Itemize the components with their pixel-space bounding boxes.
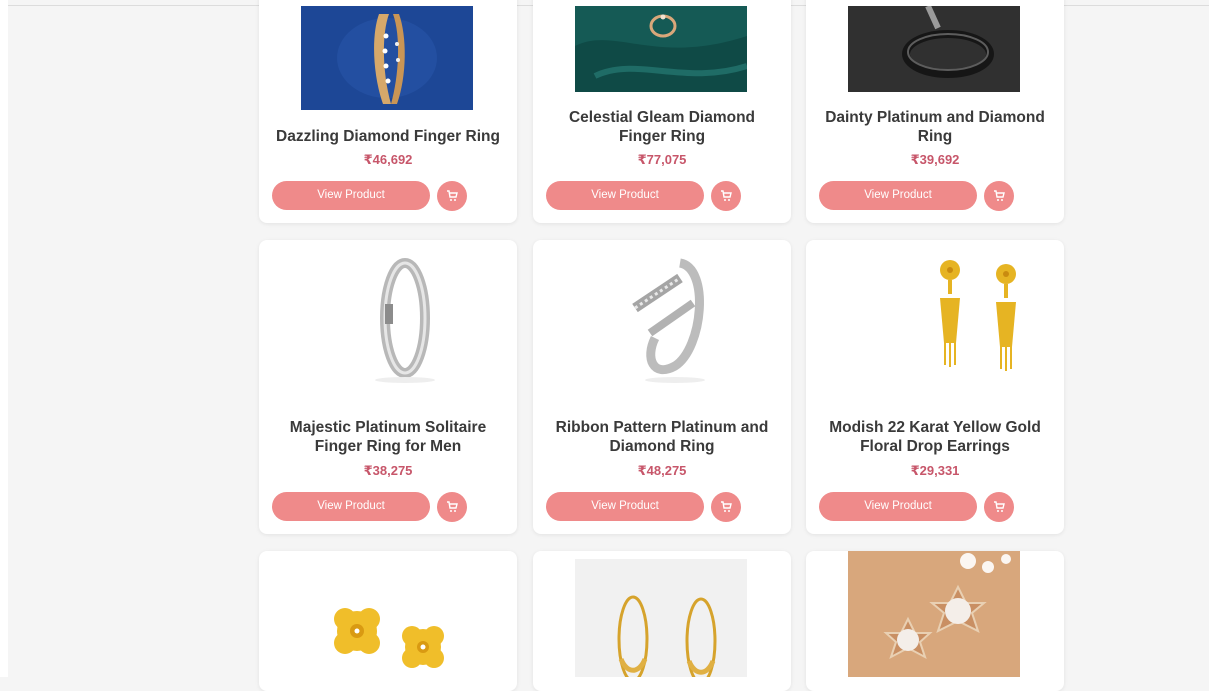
product-image-gold-flower-studs[interactable] <box>301 559 473 677</box>
product-card[interactable]: Majestic Platinum Solitaire Finger Ring … <box>259 240 517 534</box>
add-to-cart-button[interactable] <box>711 492 741 522</box>
product-card[interactable] <box>259 551 517 691</box>
product-title[interactable]: Ribbon Pattern Platinum and Diamond Ring <box>549 418 775 456</box>
add-to-cart-button[interactable] <box>984 181 1014 211</box>
cart-icon <box>447 501 458 512</box>
product-title[interactable]: Majestic Platinum Solitaire Finger Ring … <box>275 418 501 456</box>
product-image-platinum-band[interactable] <box>301 248 473 388</box>
product-title[interactable]: Celestial Gleam Diamond Finger Ring <box>549 108 775 146</box>
product-card[interactable]: Dazzling Diamond Finger Ring ₹46,692 Vie… <box>259 0 517 223</box>
product-title[interactable]: Dazzling Diamond Finger Ring <box>275 127 501 146</box>
view-product-button[interactable]: View Product <box>819 492 977 521</box>
product-price: ₹39,692 <box>910 152 960 167</box>
product-image-ring-green-velvet[interactable] <box>575 6 747 92</box>
product-image-gold-diamond-band[interactable] <box>301 6 473 110</box>
cart-icon <box>994 501 1005 512</box>
product-image-gold-hoop-earrings[interactable] <box>575 559 747 677</box>
product-image-platinum-crossover-ring[interactable] <box>575 248 747 388</box>
product-card[interactable]: Dainty Platinum and Diamond Ring ₹39,692… <box>806 0 1064 223</box>
cart-icon <box>447 190 458 201</box>
product-image-pearl-star-studs[interactable] <box>848 551 1020 677</box>
product-card[interactable]: Celestial Gleam Diamond Finger Ring ₹77,… <box>533 0 791 223</box>
product-price: ₹48,275 <box>637 463 687 478</box>
view-product-button[interactable]: View Product <box>546 181 704 210</box>
product-title[interactable]: Modish 22 Karat Yellow Gold Floral Drop … <box>822 418 1048 456</box>
cart-icon <box>721 501 732 512</box>
view-product-button[interactable]: View Product <box>272 492 430 521</box>
product-image-gold-drop-earrings[interactable] <box>848 248 1020 388</box>
product-grid: Dazzling Diamond Finger Ring ₹46,692 Vie… <box>0 0 1209 691</box>
product-price: ₹29,331 <box>910 463 960 478</box>
product-title[interactable]: Dainty Platinum and Diamond Ring <box>822 108 1048 146</box>
product-price: ₹46,692 <box>363 152 413 167</box>
add-to-cart-button[interactable] <box>984 492 1014 522</box>
view-product-button[interactable]: View Product <box>272 181 430 210</box>
product-card[interactable] <box>533 551 791 691</box>
product-image-platinum-ring-dark[interactable] <box>848 6 1020 92</box>
product-card[interactable]: Ribbon Pattern Platinum and Diamond Ring… <box>533 240 791 534</box>
product-card[interactable] <box>806 551 1064 691</box>
product-price: ₹38,275 <box>363 463 413 478</box>
add-to-cart-button[interactable] <box>437 181 467 211</box>
view-product-button[interactable]: View Product <box>546 492 704 521</box>
cart-icon <box>721 190 732 201</box>
product-card[interactable]: Modish 22 Karat Yellow Gold Floral Drop … <box>806 240 1064 534</box>
add-to-cart-button[interactable] <box>437 492 467 522</box>
add-to-cart-button[interactable] <box>711 181 741 211</box>
view-product-button[interactable]: View Product <box>819 181 977 210</box>
product-price: ₹77,075 <box>637 152 687 167</box>
cart-icon <box>994 190 1005 201</box>
